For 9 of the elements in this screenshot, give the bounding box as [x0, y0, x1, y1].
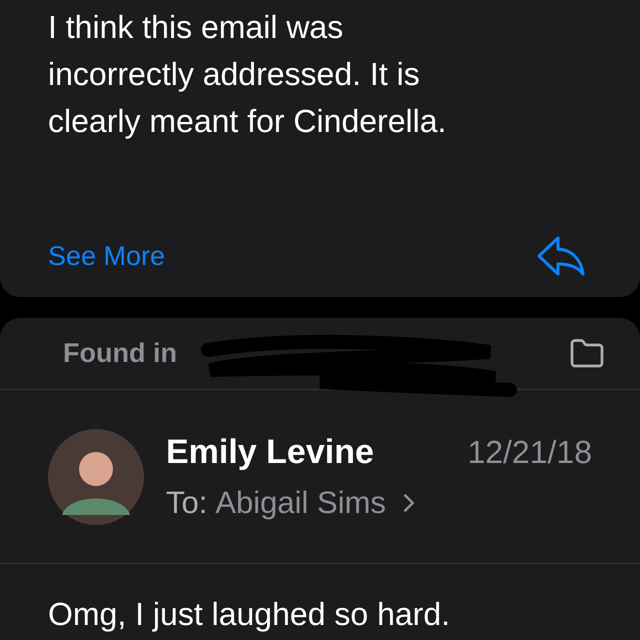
message-date: 12/21/18 [467, 432, 592, 472]
to-label: To: [166, 484, 208, 522]
message-text: Omg, I just laughed so hard. [47, 595, 451, 634]
sender-name: Emily Levine [166, 432, 374, 473]
found-in-label: Found in [63, 337, 177, 370]
reply-icon[interactable] [536, 235, 586, 277]
message-text: I think this email was incorrectly addressed. It is clearly meant for Cinderella. [48, 8, 448, 141]
see-more-link[interactable]: See More [48, 236, 166, 276]
recipient-name[interactable]: Abigail Sims [215, 480, 386, 526]
